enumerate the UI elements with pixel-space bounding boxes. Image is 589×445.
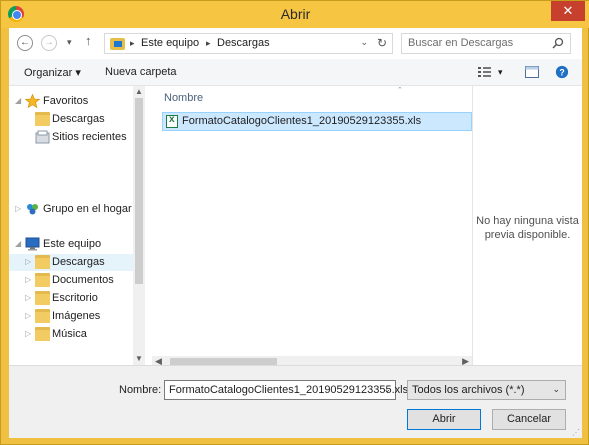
resize-grip-icon[interactable]: ⋰ bbox=[572, 428, 580, 437]
sidebar-item-label: Descargas bbox=[52, 256, 105, 268]
excel-file-icon bbox=[166, 114, 178, 128]
recent-places-icon bbox=[35, 130, 50, 144]
expand-arrow-icon[interactable]: ▷ bbox=[25, 293, 31, 302]
expand-arrow-icon[interactable]: ▷ bbox=[25, 275, 31, 284]
sidebar-item-label: Favoritos bbox=[43, 95, 89, 107]
preview-pane-icon[interactable] bbox=[524, 65, 540, 79]
search-box[interactable]: Buscar en Descargas bbox=[401, 33, 571, 54]
sidebar-item-escritorio[interactable]: ▷ Escritorio bbox=[9, 290, 133, 307]
sidebar-item-label: Escritorio bbox=[52, 292, 98, 304]
sidebar-item-label: Este equipo bbox=[43, 238, 102, 250]
dialog-footer: Nombre: FormatoCatalogoClientes1_2019052… bbox=[9, 365, 582, 438]
homegroup-icon bbox=[27, 204, 38, 215]
computer-folder-icon bbox=[110, 38, 125, 50]
view-options-icon[interactable] bbox=[477, 65, 493, 79]
sidebar-item-documentos[interactable]: ▷ Documentos bbox=[9, 272, 133, 289]
open-dialog-window: Abrir ✕ ← → ▾ ↑ ▸ Este equipo ▸ Descarga… bbox=[0, 0, 589, 445]
scrollbar-thumb[interactable] bbox=[135, 98, 143, 284]
file-type-select[interactable]: Todos los archivos (*.*) ⌄ bbox=[407, 380, 566, 400]
expand-arrow-icon[interactable]: ▷ bbox=[25, 257, 31, 266]
sidebar-item-label: Música bbox=[52, 328, 87, 340]
pictures-folder-icon bbox=[35, 309, 50, 323]
expand-arrow-icon[interactable]: ▷ bbox=[25, 329, 31, 338]
up-button[interactable]: ↑ bbox=[85, 33, 92, 48]
sidebar-item-imagenes[interactable]: ▷ Imágenes bbox=[9, 308, 133, 325]
chevron-down-icon[interactable]: ⌄ bbox=[383, 384, 391, 395]
help-icon[interactable]: ? bbox=[554, 65, 570, 79]
file-name-value: FormatoCatalogoClientes1_20190529123355.… bbox=[169, 384, 409, 396]
file-list: ⌃ Nombre FormatoCatalogoClientes1_201905… bbox=[152, 86, 472, 368]
recent-locations-dropdown[interactable]: ▾ bbox=[67, 37, 72, 48]
svg-text:?: ? bbox=[559, 68, 564, 78]
sidebar-item-descargas[interactable]: ▷ Descargas bbox=[9, 254, 133, 271]
computer-icon bbox=[25, 237, 40, 251]
cancel-button[interactable]: Cancelar bbox=[492, 409, 566, 430]
column-header-nombre[interactable]: Nombre bbox=[164, 92, 203, 104]
chevron-down-icon: ▾ bbox=[75, 67, 81, 79]
desktop-folder-icon bbox=[35, 291, 50, 305]
search-icon[interactable] bbox=[552, 37, 564, 49]
title-bar[interactable]: Abrir ✕ bbox=[1, 1, 589, 28]
expand-arrow-icon[interactable]: ◢ bbox=[15, 96, 21, 105]
sort-caret-icon: ⌃ bbox=[397, 87, 403, 94]
chevron-down-icon[interactable]: ⌄ bbox=[552, 384, 560, 395]
search-input[interactable]: Buscar en Descargas bbox=[408, 37, 513, 49]
forward-button[interactable]: → bbox=[41, 35, 57, 51]
sidebar-item-grupo-hogar[interactable]: ▷ Grupo en el hogar bbox=[9, 201, 133, 218]
close-button[interactable]: ✕ bbox=[551, 1, 585, 21]
downloads-folder-icon bbox=[35, 112, 50, 126]
navigation-bar: ← → ▾ ↑ ▸ Este equipo ▸ Descargas ⌄ ↻ Bu… bbox=[9, 28, 582, 59]
scroll-down-arrow-icon[interactable]: ▼ bbox=[135, 354, 143, 363]
navigation-scrollbar[interactable]: ▲ ▼ bbox=[133, 86, 145, 365]
downloads-folder-icon bbox=[35, 255, 50, 269]
sidebar-item-descargas-fav[interactable]: Descargas bbox=[9, 111, 133, 128]
sidebar-item-musica[interactable]: ▷ Música bbox=[9, 326, 133, 343]
address-bar[interactable]: ▸ Este equipo ▸ Descargas ⌄ ↻ bbox=[104, 33, 393, 54]
no-preview-message: No hay ninguna vista previa disponible. bbox=[473, 214, 582, 242]
preview-pane: No hay ninguna vista previa disponible. bbox=[472, 86, 582, 365]
sidebar-item-favoritos[interactable]: ◢ Favoritos bbox=[9, 93, 133, 110]
new-folder-button[interactable]: Nueva carpeta bbox=[105, 66, 177, 78]
breadcrumb-separator: ▸ bbox=[130, 38, 135, 48]
documents-folder-icon bbox=[35, 273, 50, 287]
expand-arrow-icon[interactable]: ▷ bbox=[15, 204, 21, 213]
no-preview-line-2: previa disponible. bbox=[484, 229, 571, 241]
refresh-button[interactable]: ↻ bbox=[377, 36, 387, 50]
file-name: FormatoCatalogoClientes1_20190529123355.… bbox=[182, 115, 422, 127]
breadcrumb-este-equipo[interactable]: Este equipo bbox=[141, 37, 199, 49]
no-preview-line-1: No hay ninguna vista bbox=[476, 215, 579, 227]
sidebar-item-sitios-recientes[interactable]: Sitios recientes bbox=[9, 129, 133, 146]
expand-arrow-icon[interactable]: ▷ bbox=[25, 311, 31, 320]
scroll-up-arrow-icon[interactable]: ▲ bbox=[135, 87, 143, 96]
window-title: Abrir bbox=[280, 6, 311, 22]
sidebar-item-este-equipo[interactable]: ◢ Este equipo bbox=[9, 236, 133, 253]
back-button[interactable]: ← bbox=[17, 35, 33, 51]
file-name-field[interactable]: FormatoCatalogoClientes1_20190529123355.… bbox=[164, 380, 408, 400]
sidebar-item-label: Sitios recientes bbox=[52, 131, 127, 143]
sidebar-item-label: Documentos bbox=[52, 274, 114, 286]
command-toolbar: Organizar ▾ Nueva carpeta ▾ ? bbox=[9, 59, 582, 86]
breadcrumb-descargas[interactable]: Descargas bbox=[217, 37, 270, 49]
navigation-pane: ◢ Favoritos Descargas Sitios recientes ▷ bbox=[9, 86, 145, 365]
breadcrumb-separator: ▸ bbox=[206, 38, 211, 48]
file-type-value: Todos los archivos (*.*) bbox=[412, 384, 525, 396]
file-item[interactable]: FormatoCatalogoClientes1_20190529123355.… bbox=[162, 112, 472, 131]
sidebar-item-label: Imágenes bbox=[52, 310, 101, 322]
organize-label: Organizar bbox=[24, 67, 73, 79]
music-folder-icon bbox=[35, 327, 50, 341]
view-options-dropdown[interactable]: ▾ bbox=[498, 67, 503, 78]
sidebar-item-label: Grupo en el hogar bbox=[43, 203, 132, 215]
open-button[interactable]: Abrir bbox=[407, 409, 481, 430]
sidebar-item-label: Descargas bbox=[52, 113, 105, 125]
address-dropdown[interactable]: ⌄ bbox=[360, 37, 368, 48]
expand-arrow-icon[interactable]: ◢ bbox=[15, 239, 21, 248]
dialog-client-area: ← → ▾ ↑ ▸ Este equipo ▸ Descargas ⌄ ↻ Bu… bbox=[9, 28, 582, 438]
organize-button[interactable]: Organizar ▾ bbox=[24, 66, 81, 79]
star-icon bbox=[25, 94, 40, 108]
file-name-label: Nombre: bbox=[119, 384, 162, 396]
